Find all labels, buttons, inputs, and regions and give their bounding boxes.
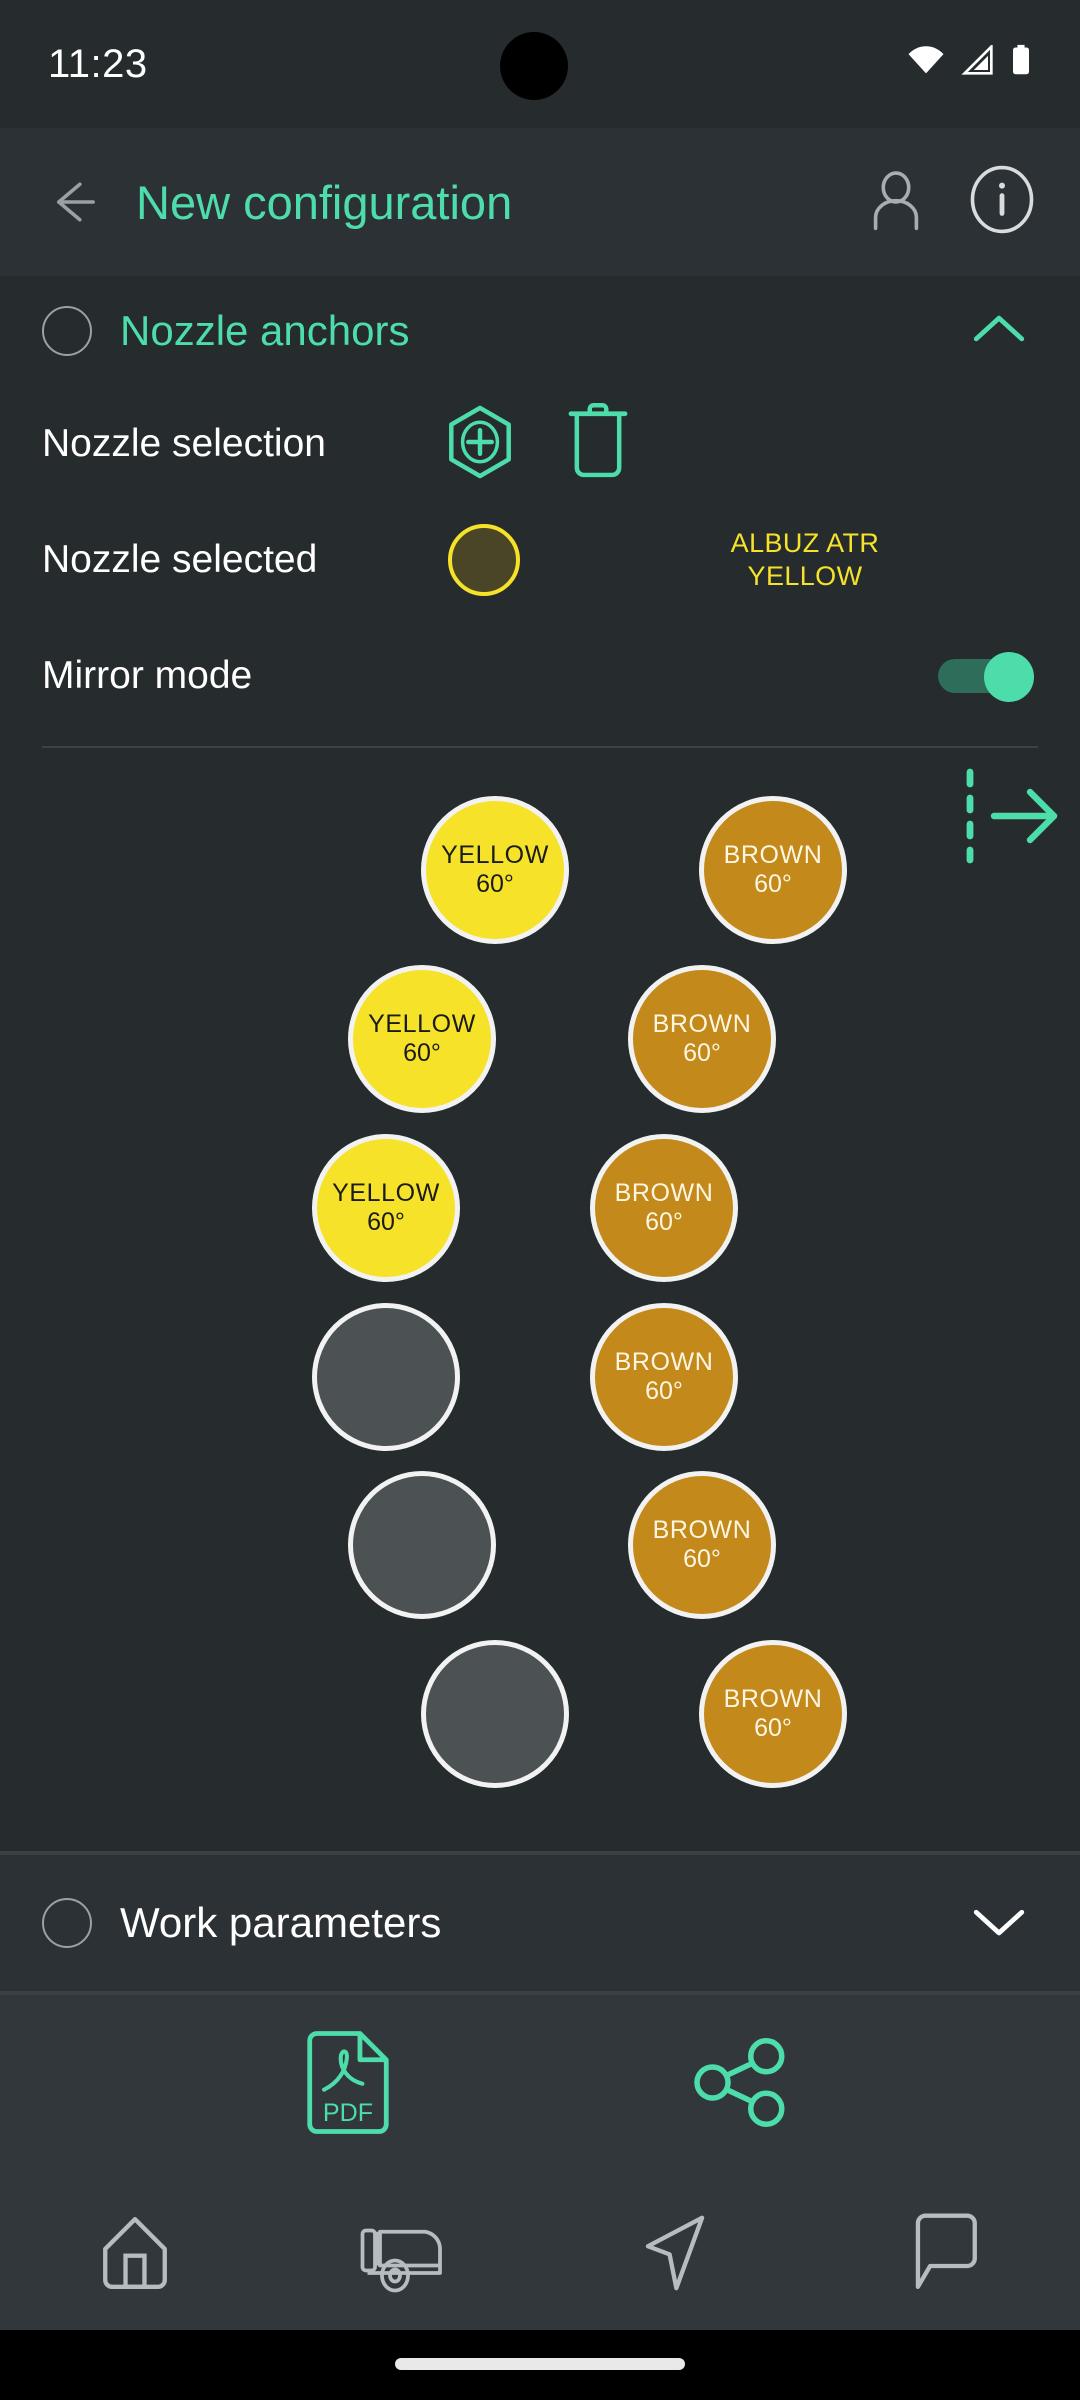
nozzle-anchor[interactable]: BROWN 60°: [590, 1134, 738, 1282]
nozzle-angle-label: 60°: [683, 1545, 721, 1573]
gesture-nav-area: [0, 2330, 1080, 2400]
nozzle-angle-label: 60°: [683, 1039, 721, 1067]
row-nozzle-selected: Nozzle selected ALBUZ ATR YELLOW: [0, 502, 1080, 618]
toggle-thumb: [984, 652, 1034, 702]
nozzle-angle-label: 60°: [645, 1208, 683, 1236]
nozzle-name-line2: YELLOW: [747, 561, 863, 591]
section-radio-nozzle-anchors[interactable]: [42, 306, 92, 356]
status-icons: [906, 44, 1032, 76]
nozzle-anchor[interactable]: BROWN 60°: [628, 965, 776, 1113]
section-title-nozzle-anchors: Nozzle anchors: [120, 307, 410, 354]
mirror-mode-toggle[interactable]: [938, 652, 1034, 702]
nav-item-messages[interactable]: [870, 2198, 1020, 2308]
chevron-up-icon[interactable]: [970, 309, 1028, 354]
nav-item-home[interactable]: [60, 2198, 210, 2308]
nav-item-sprayer[interactable]: [330, 2198, 480, 2308]
nozzle-anchor[interactable]: YELLOW 60°: [421, 796, 569, 944]
nozzle-name-label: BROWN: [652, 1516, 752, 1544]
nozzle-name-label: BROWN: [723, 1685, 823, 1713]
label-nozzle-selection: Nozzle selection: [42, 422, 326, 465]
back-button[interactable]: [40, 171, 102, 233]
nozzle-angle-label: 60°: [754, 1714, 792, 1742]
chat-bubble-icon: [915, 2212, 977, 2289]
nozzle-anchor[interactable]: BROWN 60°: [590, 1303, 738, 1451]
nozzle-anchor[interactable]: [312, 1303, 460, 1451]
swipe-next-hint[interactable]: [954, 756, 1074, 876]
arrow-right-icon: [990, 788, 1058, 844]
nozzle-name-label: YELLOW: [441, 841, 549, 869]
nozzle-name-label: BROWN: [614, 1179, 714, 1207]
status-bar: 11:23: [0, 0, 1080, 128]
nozzle-selection-actions: [440, 402, 634, 487]
battery-icon: [1010, 44, 1032, 76]
pdf-export-button[interactable]: PDF: [300, 2028, 396, 2143]
nozzle-angle-label: 60°: [367, 1208, 405, 1236]
nozzle-selected-name: ALBUZ ATR YELLOW: [660, 527, 950, 593]
cellular-signal-icon: [960, 45, 996, 75]
nozzle-anchor[interactable]: YELLOW 60°: [348, 965, 496, 1113]
nozzle-angle-label: 60°: [754, 870, 792, 898]
nozzle-angle-label: 60°: [476, 870, 514, 898]
chevron-down-icon[interactable]: [970, 1901, 1028, 1946]
trash-icon[interactable]: [562, 402, 634, 487]
row-nozzle-selection: Nozzle selection: [0, 386, 1080, 502]
hexagon-plus-icon[interactable]: [440, 402, 520, 487]
page-title: New configuration: [136, 175, 513, 229]
nozzle-angle-label: 60°: [403, 1039, 441, 1067]
section-title-work-parameters: Work parameters: [120, 1899, 442, 1946]
wifi-icon: [906, 45, 946, 75]
nozzle-name-line1: ALBUZ ATR: [730, 528, 880, 559]
status-clock: 11:23: [48, 42, 148, 86]
gesture-home-bar[interactable]: [395, 2358, 685, 2370]
nozzle-name-label: BROWN: [652, 1010, 752, 1038]
nozzle-anchor[interactable]: BROWN 60°: [628, 1471, 776, 1619]
section-header-nozzle-anchors[interactable]: Nozzle anchors: [0, 276, 1080, 386]
content-area: Nozzle anchors Nozzle selection Nozzle s…: [0, 276, 1080, 1851]
section-divider: [42, 746, 1038, 748]
nozzle-anchor[interactable]: [348, 1471, 496, 1619]
info-icon[interactable]: [966, 164, 1038, 241]
nozzle-name-label: BROWN: [614, 1348, 714, 1376]
pdf-label: PDF: [323, 2099, 373, 2127]
nav-item-navigation[interactable]: [600, 2198, 750, 2308]
phone-screen: 11:23 New configuration Nozzle anchors N…: [0, 0, 1080, 2400]
label-mirror-mode: Mirror mode: [42, 654, 253, 697]
home-icon: [103, 2216, 167, 2289]
app-bar-actions: [860, 164, 1038, 241]
bottom-navigation: [0, 2175, 1080, 2330]
nozzle-name-label: BROWN: [723, 841, 823, 869]
nozzle-name-label: YELLOW: [368, 1010, 476, 1038]
nozzle-angle-label: 60°: [645, 1377, 683, 1405]
nozzle-anchor[interactable]: YELLOW 60°: [312, 1134, 460, 1282]
section-radio-work-parameters[interactable]: [42, 1898, 92, 1948]
nozzle-color-swatch[interactable]: [448, 524, 520, 596]
nozzle-anchor[interactable]: [421, 1640, 569, 1788]
navigation-arrow-icon: [645, 2215, 705, 2290]
action-bar: PDF: [0, 1995, 1080, 2175]
sprayer-vehicle-icon: [360, 2228, 442, 2292]
nozzle-anchor[interactable]: BROWN 60°: [699, 796, 847, 944]
row-mirror-mode: Mirror mode: [0, 618, 1080, 734]
nozzle-anchor[interactable]: BROWN 60°: [699, 1640, 847, 1788]
nozzle-name-label: YELLOW: [332, 1179, 440, 1207]
app-bar: New configuration: [0, 128, 1080, 276]
share-button[interactable]: [690, 2033, 790, 2138]
section-header-work-parameters[interactable]: Work parameters: [0, 1855, 1080, 1991]
person-icon[interactable]: [860, 164, 932, 241]
camera-cutout: [500, 32, 568, 100]
nozzle-anchor-grid: YELLOW 60° BROWN 60° YELLOW 60° BROWN 60° YELLOW…: [0, 796, 1080, 1851]
label-nozzle-selected: Nozzle selected: [42, 538, 318, 581]
